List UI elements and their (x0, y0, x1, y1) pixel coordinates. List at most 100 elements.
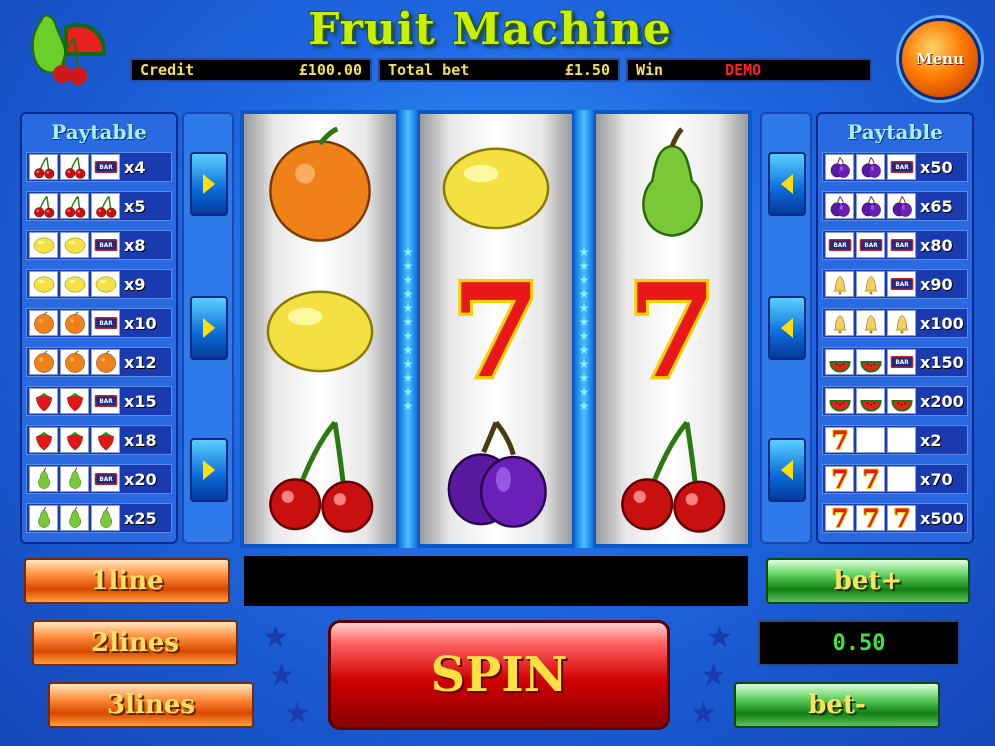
1-line-button[interactable]: 1line (24, 558, 230, 604)
payout-multiplier: x20 (124, 469, 157, 489)
plum-icon (856, 154, 885, 180)
paytable-row: BAR x20 (26, 464, 172, 494)
payout-multiplier: x90 (920, 274, 953, 294)
star-decoration: ★ (706, 620, 733, 655)
menu-button[interactable]: Menu (899, 18, 981, 100)
star-decoration: ★ (262, 620, 289, 655)
lemon-icon (60, 232, 89, 258)
payline-2-arrow-right[interactable] (768, 296, 806, 360)
payline-3-arrow-right[interactable] (768, 438, 806, 502)
svg-text:7: 7 (831, 506, 848, 530)
payout-multiplier: x70 (920, 469, 953, 489)
reel-2: 7 (420, 114, 572, 544)
payline-2-arrow-left[interactable] (190, 296, 228, 360)
svg-text:BAR: BAR (833, 243, 847, 249)
game-title: Fruit Machine (308, 4, 672, 55)
cherry-icon (29, 154, 58, 180)
bell-icon (856, 271, 885, 297)
arrow-left-icon (781, 318, 793, 338)
payline-1-arrow-right[interactable] (768, 152, 806, 216)
pear-icon (60, 466, 89, 492)
payout-multiplier: x65 (920, 196, 953, 216)
watermelon-icon (825, 388, 854, 414)
orange-icon (244, 114, 396, 257)
payout-multiplier: x200 (920, 391, 964, 411)
reel-1 (244, 114, 396, 544)
bar-icon: BAR (825, 232, 854, 258)
star-decoration: ★ (284, 696, 311, 731)
3-lines-button[interactable]: 3lines (48, 682, 254, 728)
arrow-right-icon (203, 318, 215, 338)
paytable-row: x100 (822, 308, 968, 338)
bar-icon: BAR (887, 271, 916, 297)
credit-value: £100.00 (298, 61, 362, 79)
svg-text:BAR: BAR (99, 321, 113, 327)
payline-1-arrow-left[interactable] (190, 152, 228, 216)
bet-minus-button[interactable]: bet- (734, 682, 940, 728)
paytable-row: BAR x15 (26, 386, 172, 416)
plum-icon (420, 400, 572, 543)
svg-text:7: 7 (627, 267, 717, 391)
payline-3-arrow-left[interactable] (190, 438, 228, 502)
bar-icon: BAR (91, 232, 120, 258)
fruit-logo-icon (31, 14, 107, 85)
bet-value-display: 0.50 (758, 620, 960, 666)
paytable-row: BAR BAR BAR x80 (822, 230, 968, 260)
paytable-row: x18 (26, 425, 172, 455)
orange-icon (60, 310, 89, 336)
bell-icon (825, 271, 854, 297)
svg-text:BAR: BAR (864, 243, 878, 249)
spin-button[interactable]: SPIN (328, 620, 670, 730)
message-bar (244, 556, 748, 606)
bar-icon: BAR (91, 154, 120, 180)
lemon-icon (29, 271, 58, 297)
total-bet-value: £1.50 (564, 61, 610, 79)
cherry-icon (244, 400, 396, 543)
svg-text:7: 7 (893, 506, 910, 530)
bar-icon: BAR (856, 232, 885, 258)
2-lines-button[interactable]: 2lines (32, 620, 238, 666)
lemon-icon (420, 114, 572, 257)
lemon-icon (244, 257, 396, 400)
bell-icon (856, 310, 885, 336)
win-label: Win (636, 61, 664, 79)
svg-text:BAR: BAR (895, 282, 909, 288)
pear-icon (60, 505, 89, 531)
bell-icon (825, 310, 854, 336)
paytable-row: BAR x50 (822, 152, 968, 182)
star-decoration: ★ (268, 658, 295, 693)
lemon-icon (60, 271, 89, 297)
arrow-right-icon (203, 460, 215, 480)
total-bet-label: Total bet (388, 61, 470, 79)
bet-plus-button[interactable]: bet+ (766, 558, 970, 604)
payout-multiplier: x5 (124, 196, 146, 216)
paytable-row: 7 7 7 x500 (822, 503, 968, 533)
paytable-title: Paytable (51, 120, 147, 144)
paytable-right: Paytable BAR x50 x65 BAR BAR BAR x80 BAR… (816, 112, 974, 544)
paytable-row: x5 (26, 191, 172, 221)
cherry-icon (60, 154, 89, 180)
reel-divider: ★ ★ ★ ★ ★ ★ ★ ★ ★ ★ ★ ★ (398, 110, 418, 548)
watermelon-icon (825, 349, 854, 375)
payout-multiplier: x9 (124, 274, 146, 294)
seven-icon: 7 (887, 505, 916, 531)
watermelon-icon (887, 388, 916, 414)
arrow-right-icon (203, 174, 215, 194)
paytable-row: BAR x10 (26, 308, 172, 338)
blank-cell (856, 427, 885, 453)
orange-icon (60, 349, 89, 375)
star-decoration: ★ (690, 696, 717, 731)
paytable-row: BAR x150 (822, 347, 968, 377)
svg-text:7: 7 (862, 467, 879, 491)
svg-text:BAR: BAR (895, 165, 909, 171)
seven-icon: 7 (856, 505, 885, 531)
arrow-left-icon (781, 174, 793, 194)
paytable-row: 7 x2 (822, 425, 968, 455)
strawberry-icon (60, 388, 89, 414)
seven-icon: 7 (825, 466, 854, 492)
cherry-icon (29, 193, 58, 219)
paytable-row: 7 7 x70 (822, 464, 968, 494)
seven-icon: 7 (825, 427, 854, 453)
svg-text:BAR: BAR (895, 360, 909, 366)
right-payline-arrows (760, 112, 812, 544)
